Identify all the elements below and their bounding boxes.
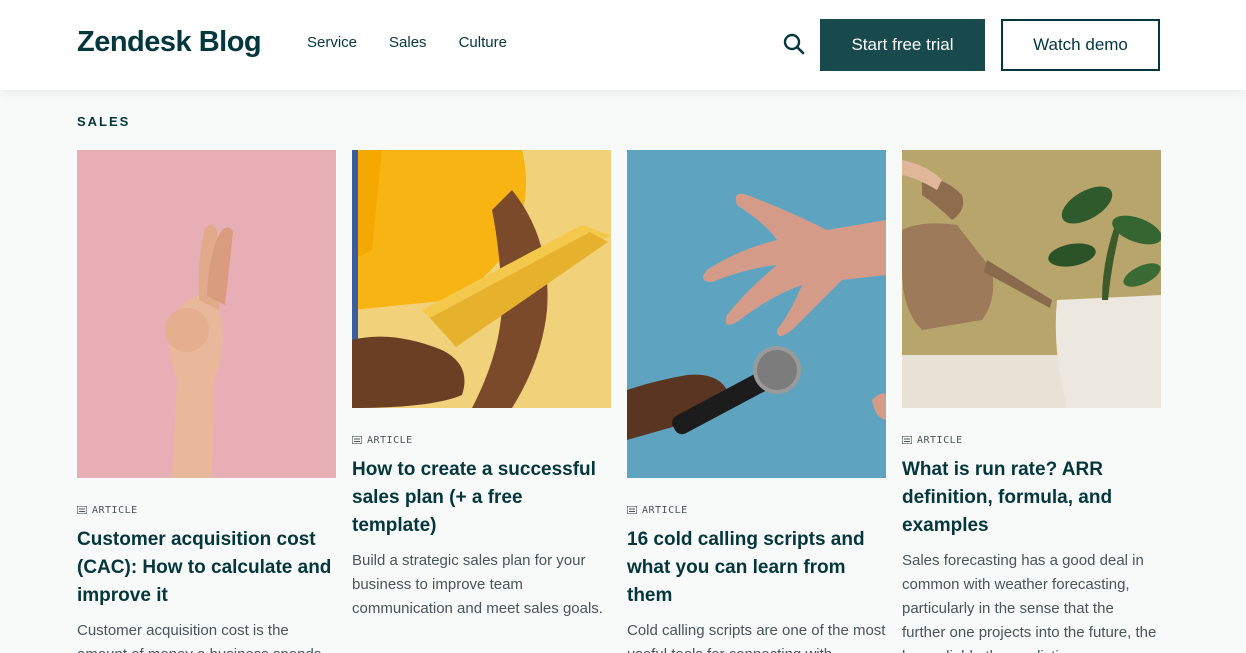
- crossed-fingers-image[interactable]: [77, 150, 336, 478]
- microphone-image[interactable]: [627, 150, 886, 478]
- article-icon: [627, 506, 637, 514]
- article-excerpt: Build a strategic sales plan for your bu…: [352, 552, 603, 617]
- article-icon: [352, 436, 362, 444]
- article-type: ARTICLE: [352, 434, 611, 446]
- article-type-label: ARTICLE: [367, 434, 413, 446]
- article-type: ARTICLE: [902, 434, 1161, 446]
- nav-culture[interactable]: Culture: [459, 34, 507, 51]
- article-type-label: ARTICLE: [642, 504, 688, 516]
- clipboard-image[interactable]: [352, 150, 611, 408]
- search-icon[interactable]: [782, 32, 806, 56]
- article-title[interactable]: How to create a successful sales plan (+…: [352, 456, 611, 540]
- watch-demo-button[interactable]: Watch demo: [1001, 19, 1160, 71]
- article-excerpt: Sales forecasting has a good deal in com…: [902, 552, 1157, 653]
- nav-service[interactable]: Service: [307, 34, 357, 51]
- article-type: ARTICLE: [627, 504, 886, 516]
- article-card[interactable]: ARTICLE What is run rate? ARR definition…: [902, 150, 1161, 653]
- article-excerpt: Customer acquisition cost is the amount …: [77, 622, 321, 653]
- article-icon: [77, 506, 87, 514]
- logo[interactable]: Zendesk Blog: [77, 26, 262, 59]
- article-excerpt: Cold calling scripts are one of the most…: [627, 622, 886, 653]
- watering-can-plant-image[interactable]: [902, 150, 1161, 408]
- article-card[interactable]: ARTICLE 16 cold calling scripts and what…: [627, 150, 886, 653]
- article-icon: [902, 436, 912, 444]
- article-type-label: ARTICLE: [917, 434, 963, 446]
- site-header: Zendesk Blog Service Sales Culture Start…: [0, 0, 1246, 90]
- article-card[interactable]: ARTICLE How to create a successful sales…: [352, 150, 611, 621]
- article-title[interactable]: What is run rate? ARR definition, formul…: [902, 456, 1161, 540]
- article-title[interactable]: Customer acquisition cost (CAC): How to …: [77, 526, 336, 610]
- article-card[interactable]: ARTICLE Customer acquisition cost (CAC):…: [77, 150, 336, 653]
- start-free-trial-button[interactable]: Start free trial: [820, 19, 985, 71]
- article-type: ARTICLE: [77, 504, 336, 516]
- article-type-label: ARTICLE: [92, 504, 138, 516]
- article-title[interactable]: 16 cold calling scripts and what you can…: [627, 526, 886, 610]
- section-label: SALES: [77, 114, 131, 129]
- main-nav: Service Sales Culture: [307, 34, 539, 51]
- nav-sales[interactable]: Sales: [389, 34, 427, 51]
